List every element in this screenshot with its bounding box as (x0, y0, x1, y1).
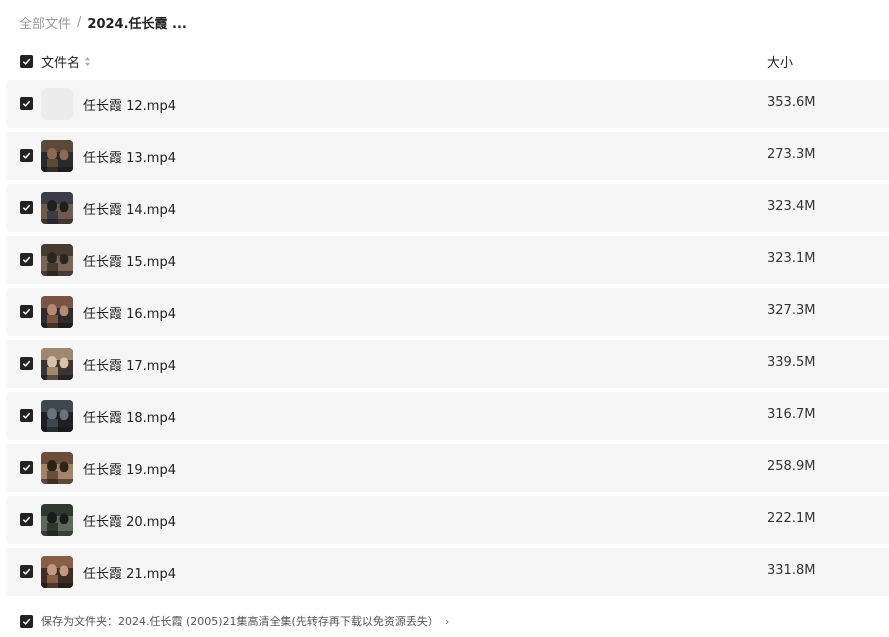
file-name[interactable]: 任长霞 18.mp4 (83, 407, 176, 426)
file-size: 273.3M (767, 147, 816, 162)
select-all-checkbox[interactable] (20, 55, 33, 68)
file-name[interactable]: 任长霞 17.mp4 (83, 355, 176, 374)
video-thumbnail (41, 400, 73, 432)
file-size: 316.7M (767, 407, 816, 422)
video-thumbnail (41, 296, 73, 328)
file-row-checkbox[interactable] (20, 201, 33, 214)
check-icon (22, 464, 31, 471)
video-thumbnail (41, 504, 73, 536)
check-icon (22, 100, 31, 107)
column-header-name-label: 文件名 (41, 56, 81, 71)
file-size: 323.1M (767, 251, 816, 266)
file-name[interactable]: 任长霞 15.mp4 (83, 251, 176, 270)
save-folder-checkbox[interactable] (20, 615, 33, 628)
file-row[interactable]: 任长霞 15.mp4 323.1M (7, 236, 889, 284)
file-row[interactable]: 任长霞 20.mp4 222.1M (7, 496, 889, 544)
file-row[interactable]: 任长霞 16.mp4 327.3M (7, 288, 889, 336)
file-row[interactable]: 任长霞 18.mp4 316.7M (7, 392, 889, 440)
file-row-checkbox[interactable] (20, 513, 33, 526)
file-row[interactable]: 任长霞 19.mp4 258.9M (7, 444, 889, 492)
file-row[interactable]: 任长霞 17.mp4 339.5M (7, 340, 889, 388)
check-icon (22, 204, 31, 211)
file-row[interactable]: 任长霞 12.mp4 353.6M (7, 80, 889, 128)
file-size: 222.1M (767, 511, 816, 526)
video-thumbnail (41, 244, 73, 276)
file-list-header: 文件名 大小 (0, 50, 889, 74)
file-name[interactable]: 任长霞 13.mp4 (83, 147, 176, 166)
file-row[interactable]: 任长霞 13.mp4 273.3M (7, 132, 889, 180)
file-row-checkbox[interactable] (20, 97, 33, 110)
file-name[interactable]: 任长霞 21.mp4 (83, 563, 176, 582)
column-header-size[interactable]: 大小 (767, 52, 793, 71)
file-row-checkbox[interactable] (20, 253, 33, 266)
breadcrumb: 全部文件 / 2024.任长霞 ... (19, 12, 187, 32)
video-thumbnail (41, 452, 73, 484)
check-icon (22, 360, 31, 367)
file-name[interactable]: 任长霞 19.mp4 (83, 459, 176, 478)
video-thumbnail (41, 140, 73, 172)
column-header-name[interactable]: 文件名 (41, 52, 91, 71)
check-icon (22, 618, 31, 625)
file-size: 258.9M (767, 459, 816, 474)
video-thumbnail (41, 192, 73, 224)
save-to-folder-label: 保存为文件夹：2024.任长霞 (2005)21集高清全集(先转存再下载以免资源… (41, 615, 439, 628)
file-name[interactable]: 任长霞 16.mp4 (83, 303, 176, 322)
check-icon (22, 516, 31, 523)
save-to-folder-link[interactable]: 保存为文件夹：2024.任长霞 (2005)21集高清全集(先转存再下载以免资源… (41, 613, 449, 629)
file-row-checkbox[interactable] (20, 409, 33, 422)
video-thumbnail (41, 348, 73, 380)
check-icon (22, 152, 31, 159)
file-size: 339.5M (767, 355, 816, 370)
file-size: 331.8M (767, 563, 816, 578)
file-row-checkbox[interactable] (20, 357, 33, 370)
file-name[interactable]: 任长霞 14.mp4 (83, 199, 176, 218)
file-list: 任长霞 12.mp4 353.6M 任长霞 13.mp4 273.3M 任长霞 14.m… (7, 80, 889, 600)
breadcrumb-root-link[interactable]: 全部文件 (19, 13, 71, 32)
file-size: 327.3M (767, 303, 816, 318)
check-icon (22, 256, 31, 263)
sort-icon[interactable] (84, 56, 91, 67)
file-row[interactable]: 任长霞 21.mp4 331.8M (7, 548, 889, 596)
breadcrumb-separator: / (77, 14, 82, 30)
file-name[interactable]: 任长霞 20.mp4 (83, 511, 176, 530)
check-icon (22, 412, 31, 419)
video-thumbnail-placeholder (41, 88, 73, 120)
file-row-checkbox[interactable] (20, 305, 33, 318)
file-size: 353.6M (767, 95, 816, 110)
file-row-checkbox[interactable] (20, 565, 33, 578)
file-name[interactable]: 任长霞 12.mp4 (83, 95, 176, 114)
file-row-checkbox[interactable] (20, 149, 33, 162)
file-size: 323.4M (767, 199, 816, 214)
file-row-checkbox[interactable] (20, 461, 33, 474)
check-icon (22, 58, 31, 65)
chevron-right-icon: › (444, 615, 450, 628)
check-icon (22, 568, 31, 575)
save-to-folder-bar: 保存为文件夹：2024.任长霞 (2005)21集高清全集(先转存再下载以免资源… (0, 610, 889, 632)
file-row[interactable]: 任长霞 14.mp4 323.4M (7, 184, 889, 232)
video-thumbnail (41, 556, 73, 588)
check-icon (22, 308, 31, 315)
breadcrumb-current-folder: 2024.任长霞 ... (87, 16, 187, 32)
